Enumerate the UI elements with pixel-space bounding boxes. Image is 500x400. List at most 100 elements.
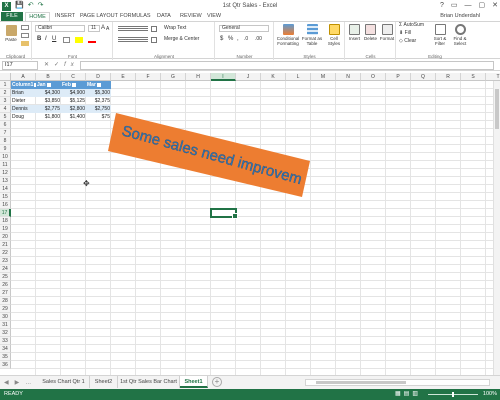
clear-label: Clear: [404, 38, 417, 44]
vertical-scrollbar[interactable]: [493, 81, 500, 375]
editing-label: Editing: [428, 54, 442, 59]
minimize-icon[interactable]: —: [465, 1, 472, 11]
tab-review[interactable]: REVIEW: [180, 12, 202, 21]
sheet-tab-sales-chart-qtr-1[interactable]: Sales Chart Qtr 1: [38, 376, 90, 388]
ribbon-display-icon[interactable]: ▭: [451, 1, 458, 11]
styles-label: Styles: [303, 54, 316, 59]
add-sheet-icon[interactable]: +: [212, 377, 222, 387]
user-name[interactable]: Brian Underdahl: [440, 12, 480, 21]
find-select-button[interactable]: Find & Select: [451, 24, 469, 46]
vertical-scroll-thumb[interactable]: [495, 89, 499, 129]
delete-cells-icon: [365, 24, 376, 35]
italic-button[interactable]: I: [45, 36, 47, 43]
sheet-tab-1st-qtr-sales-bar-chart[interactable]: 1st Qtr Sales Bar Chart: [118, 376, 180, 388]
zoom-level[interactable]: 100%: [483, 389, 497, 400]
help-icon[interactable]: ?: [440, 1, 444, 11]
sheet-tab-sheet2[interactable]: Sheet2: [90, 376, 118, 388]
wordart-text[interactable]: Some sales need improvement!: [0, 73, 304, 188]
grow-font-button[interactable]: A: [101, 25, 105, 32]
normal-view-icon[interactable]: ▦: [395, 391, 404, 397]
prev-sheet-icon[interactable]: ◀: [4, 380, 15, 386]
delete-cells-button[interactable]: Delete: [363, 24, 378, 41]
horizontal-scrollbar[interactable]: [305, 379, 490, 386]
status-mode: READY: [4, 391, 23, 397]
conditional-formatting-label: Conditional Formatting: [276, 36, 300, 46]
formula-input[interactable]: [80, 61, 494, 70]
shrink-font-button[interactable]: A: [106, 26, 109, 33]
page-break-view-icon[interactable]: ▥: [412, 391, 421, 397]
format-painter-icon[interactable]: [21, 41, 29, 46]
borders-icon[interactable]: [63, 37, 70, 43]
tab-formulas[interactable]: FORMULAS: [120, 12, 151, 21]
cut-icon[interactable]: [21, 25, 29, 30]
fill-button[interactable]: ⬇ Fill: [399, 30, 411, 37]
format-cells-icon: [381, 24, 393, 35]
view-buttons: ▦▤▥: [395, 389, 421, 400]
window-title: 1st Qtr Sales - Excel: [222, 3, 278, 9]
fill-color-icon[interactable]: [75, 37, 83, 43]
copy-icon[interactable]: [21, 33, 29, 38]
enter-icon[interactable]: ✓: [54, 62, 64, 68]
next-sheet-icon[interactable]: ▶: [15, 380, 26, 386]
underline-button[interactable]: U: [52, 36, 56, 43]
insert-function-icon[interactable]: fx: [64, 62, 79, 68]
font-name-select[interactable]: Calibri: [35, 25, 85, 32]
percent-button[interactable]: %: [228, 36, 233, 43]
tab-view[interactable]: VIEW: [207, 12, 221, 21]
tab-insert[interactable]: INSERT: [55, 12, 75, 21]
decrease-decimal-button[interactable]: .00: [255, 36, 262, 43]
worksheet-grid[interactable]: ABCDEFGHIJKLMNOPQRST 1 2 3 4 5 6 7 8 9 10 11 12 13 14…: [0, 73, 500, 375]
maximize-icon[interactable]: ▢: [479, 1, 486, 11]
comma-button[interactable]: ,: [237, 36, 239, 43]
format-as-table-icon: [306, 24, 318, 35]
tab-data[interactable]: DATA: [157, 12, 171, 21]
cell-styles-label: Cell Styles: [327, 36, 341, 46]
find-select-label: Find & Select: [453, 36, 467, 46]
font-label: Font: [67, 54, 77, 59]
horizontal-scroll-thumb[interactable]: [316, 381, 406, 384]
more-sheets-icon[interactable]: …: [25, 380, 37, 386]
sort-filter-icon: [434, 24, 446, 35]
merge-center-button[interactable]: Merge & Center: [164, 36, 199, 43]
close-icon[interactable]: ✕: [492, 1, 498, 11]
wrap-text-label: Wrap Text: [164, 25, 187, 31]
number-format-select[interactable]: General: [219, 25, 269, 32]
wordart-layer: Some sales need improvement!: [0, 73, 310, 197]
zoom-slider[interactable]: [428, 392, 478, 397]
number-group: General $ % , .0 .00 Number: [216, 22, 274, 60]
styles-group: Conditional Formatting Format as Table C…: [275, 22, 345, 60]
zoom-slider-thumb[interactable]: [452, 392, 454, 397]
format-cells-button[interactable]: Format: [379, 24, 395, 41]
name-box[interactable]: I17: [2, 61, 38, 70]
format-as-table-label: Format as Table: [301, 36, 323, 46]
sort-filter-button[interactable]: Sort & Filter: [431, 24, 449, 46]
insert-cells-button[interactable]: Insert: [347, 24, 362, 41]
cell-styles-button[interactable]: Cell Styles: [324, 24, 344, 46]
align-left-icons[interactable]: [118, 37, 148, 43]
cancel-icon[interactable]: ✕: [44, 62, 54, 68]
format-as-table-button[interactable]: Format as Table: [301, 24, 323, 46]
clear-button[interactable]: ◇ Clear: [399, 38, 416, 45]
delete-cells-label: Delete: [363, 36, 377, 41]
conditional-formatting-button[interactable]: Conditional Formatting: [276, 24, 300, 46]
sheet-tab-sheet1[interactable]: Sheet1: [180, 376, 208, 388]
wrap-text-button[interactable]: Wrap Text: [164, 25, 186, 32]
font-color-icon[interactable]: [88, 36, 96, 43]
font-size-select[interactable]: 11: [88, 25, 100, 32]
formula-bar-buttons: ✕✓fx: [44, 61, 79, 70]
increase-decimal-button[interactable]: .0: [244, 36, 248, 43]
tab-home[interactable]: HOME: [25, 12, 50, 21]
autosum-button[interactable]: Σ AutoSum: [399, 22, 424, 29]
tab-page-layout[interactable]: PAGE LAYOUT: [80, 12, 118, 21]
orientation-icon[interactable]: [151, 26, 157, 32]
wordart-textpath: Some sales need improvement!: [0, 73, 304, 188]
indent-icon[interactable]: [151, 37, 157, 43]
editing-group: Σ AutoSum ⬇ Fill ◇ Clear Sort & Filter F…: [397, 22, 473, 60]
align-top-icons[interactable]: [118, 26, 148, 32]
number-label: Number: [236, 54, 253, 59]
tab-file[interactable]: FILE: [1, 12, 23, 21]
paste-button[interactable]: Paste: [2, 25, 20, 42]
currency-button[interactable]: $: [220, 36, 223, 43]
format-cells-label: Format: [379, 36, 395, 41]
bold-button[interactable]: B: [37, 36, 41, 43]
